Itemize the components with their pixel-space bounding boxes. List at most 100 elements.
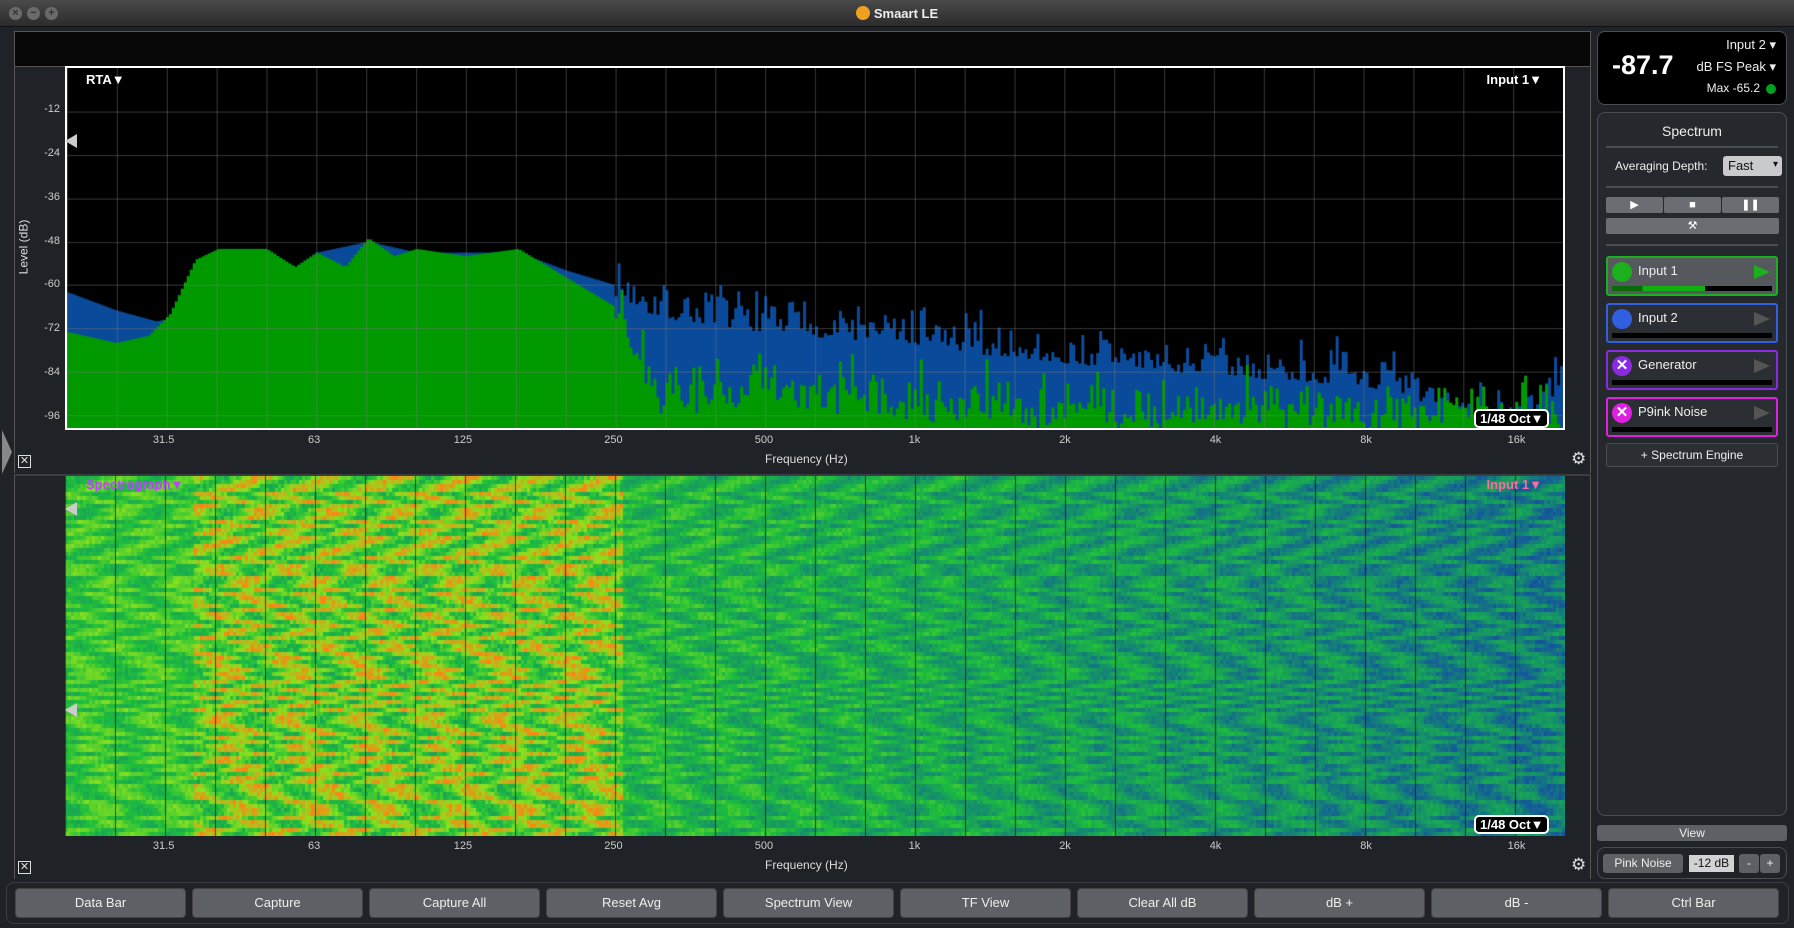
command-bar: Data Bar Capture Capture All Reset Avg Spect… (6, 882, 1789, 924)
spectrum-view-button[interactable]: Spectrum View (723, 888, 894, 918)
channel-play-icon[interactable] (1754, 312, 1770, 326)
y-tick-label: -60 (44, 278, 60, 291)
x-tick-label: 31.5 (152, 434, 175, 446)
pause-button[interactable]: ❚❚ (1722, 197, 1779, 213)
rta-settings-gear-icon[interactable]: ⚙ (1571, 449, 1586, 469)
x-tick-label: 1k (908, 434, 921, 446)
channel-label: Input 2 (1638, 310, 1678, 325)
disabled-x-icon[interactable]: ✕ (1612, 356, 1632, 376)
averaging-depth-value: Fast (1728, 158, 1754, 173)
channel-status-icon[interactable] (1612, 309, 1632, 329)
title-bar: × − + Smaart LE (0, 0, 1794, 27)
spectrograph-settings-gear-icon[interactable]: ⚙ (1571, 855, 1586, 875)
meter-mode-dropdown[interactable]: dB FS Peak ▾ (1696, 59, 1776, 75)
spectrograph-channel-dropdown[interactable]: Input 1▼ (1487, 477, 1542, 492)
x-tick-label: 1k (908, 840, 921, 852)
capture-all-button[interactable]: Capture All (369, 888, 540, 918)
divider (1606, 244, 1778, 246)
meter-max: Max -65.2 (1706, 81, 1760, 95)
play-button[interactable]: ▶ (1606, 197, 1663, 213)
x-tick-label: 31.5 (152, 840, 175, 852)
spectrograph-x-axis-label: Frequency (Hz) (765, 858, 848, 872)
panel-title: Spectrum (1662, 123, 1722, 139)
generator-level-increase-button[interactable]: + (1760, 854, 1780, 873)
rta-mode-dropdown[interactable]: RTA▼ (86, 72, 125, 87)
channel-label: Generator (1638, 357, 1697, 372)
x-tick-label: 125 (453, 434, 473, 446)
chevron-down-icon: ▾ (1769, 37, 1776, 52)
y-tick-label: -96 (44, 410, 60, 423)
channel-play-icon[interactable] (1754, 265, 1770, 279)
meter-mode-text: dB FS Peak (1696, 59, 1766, 74)
y-tick-label: -72 (44, 322, 60, 335)
meter-value: -87.7 (1612, 50, 1674, 80)
channel-play-icon[interactable] (1754, 359, 1770, 373)
db-button[interactable]: dB - (1431, 888, 1602, 918)
tools-button[interactable]: ⚒ (1606, 218, 1779, 234)
rta-plot[interactable] (65, 66, 1565, 430)
view-button[interactable]: View (1597, 825, 1787, 841)
rta-x-axis-label: Frequency (Hz) (765, 452, 848, 466)
window-title-text: Smaart LE (873, 6, 939, 21)
spectrograph-plot[interactable] (65, 476, 1565, 836)
side-expand-handle[interactable] (2, 430, 12, 474)
x-tick-label: 250 (604, 434, 623, 446)
y-tick-label: -84 (44, 366, 60, 379)
channel-level-meter (1612, 427, 1772, 432)
tf-view-button[interactable]: TF View (900, 888, 1071, 918)
meter-channel-text: Input 2 (1726, 37, 1766, 52)
meter-channel-dropdown[interactable]: Input 2 ▾ (1726, 37, 1776, 53)
spectrograph-resolution-dropdown[interactable]: 1/48 Oct▼ (1474, 815, 1550, 834)
chevron-down-icon: ▾ (1769, 59, 1776, 74)
x-tick-label: 125 (453, 840, 473, 852)
x-tick-label: 2k (1059, 434, 1071, 446)
channel-input-1[interactable]: Input 1 (1606, 256, 1778, 296)
x-tick-label: 4k (1209, 840, 1222, 852)
channel-play-icon[interactable] (1754, 406, 1770, 420)
channel-p9ink-noise[interactable]: ✕ P9ink Noise (1606, 397, 1778, 437)
rta-close-icon[interactable]: ✕ (18, 455, 31, 468)
stop-button[interactable]: ■ (1664, 197, 1721, 213)
x-tick-label: 16k (1507, 840, 1526, 852)
divider (1606, 146, 1778, 148)
clear-all-db-button[interactable]: Clear All dB (1077, 888, 1248, 918)
tools-icon: ⚒ (1687, 220, 1698, 232)
y-tick-label: -36 (44, 190, 60, 203)
spectrum-control-panel: Spectrum Averaging Depth: Fast ▾ ▶ ■ ❚❚ ⚒… (1597, 112, 1787, 816)
x-tick-label: 500 (754, 434, 774, 446)
channel-generator[interactable]: ✕ Generator (1606, 350, 1778, 390)
channel-label: P9ink Noise (1638, 404, 1708, 419)
db-button[interactable]: dB + (1254, 888, 1425, 918)
averaging-depth-select[interactable]: Fast ▾ (1723, 156, 1782, 176)
y-tick-label: -12 (44, 102, 60, 115)
add-spectrum-engine-button[interactable]: + Spectrum Engine (1606, 443, 1778, 467)
spectrograph-lower-threshold-handle[interactable] (65, 703, 77, 717)
rta-resolution-dropdown[interactable]: 1/48 Oct▼ (1474, 409, 1550, 428)
averaging-depth-label: Averaging Depth: (1615, 159, 1708, 173)
channel-status-icon[interactable] (1612, 262, 1632, 282)
channel-level-meter (1612, 286, 1772, 291)
window-title: Smaart LE (0, 6, 1794, 21)
spectrograph-upper-threshold-handle[interactable] (65, 502, 77, 516)
rta-level-marker-handle[interactable] (65, 134, 77, 148)
generator-level-decrease-button[interactable]: - (1739, 854, 1759, 873)
status-indicator-icon (1766, 84, 1776, 94)
rta-channel-dropdown[interactable]: Input 1▼ (1487, 72, 1542, 87)
x-tick-label: 63 (308, 840, 321, 852)
x-tick-label: 4k (1209, 434, 1222, 446)
channel-level-meter (1612, 333, 1772, 338)
capture-button[interactable]: Capture (192, 888, 363, 918)
x-tick-label: 63 (308, 434, 321, 446)
x-tick-label: 250 (604, 840, 623, 852)
x-tick-label: 16k (1507, 434, 1526, 446)
spectrograph-close-icon[interactable]: ✕ (18, 861, 31, 874)
spectrograph-mode-dropdown[interactable]: Spectrograph▼ (86, 477, 183, 492)
disabled-x-icon[interactable]: ✕ (1612, 403, 1632, 423)
reset-avg-button[interactable]: Reset Avg (546, 888, 717, 918)
channel-input-2[interactable]: Input 2 (1606, 303, 1778, 343)
divider (1606, 186, 1778, 188)
ctrl-bar-button[interactable]: Ctrl Bar (1608, 888, 1779, 918)
generator-signal-button[interactable]: Pink Noise (1603, 854, 1683, 873)
data-bar-button[interactable]: Data Bar (15, 888, 186, 918)
generator-level: -12 dB (1689, 855, 1734, 872)
